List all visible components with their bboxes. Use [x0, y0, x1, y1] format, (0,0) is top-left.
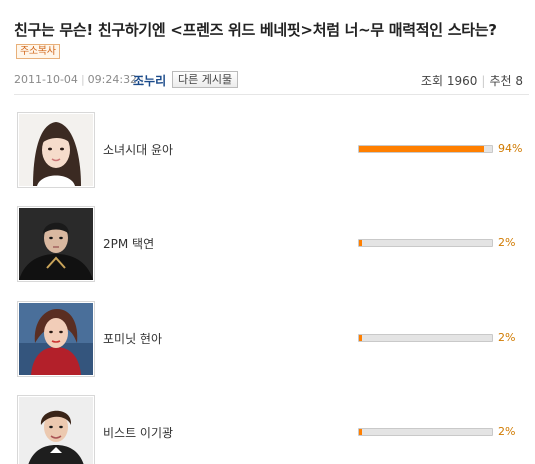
meta-divider	[14, 94, 529, 95]
poll-item-photo[interactable]	[17, 395, 95, 464]
other-posts-button[interactable]: 다른 게시물	[172, 71, 239, 88]
poll-item-photo[interactable]	[17, 301, 95, 377]
author-name[interactable]: 조누리	[133, 72, 166, 89]
post-meta: 2011-10-04 | 09:24:32 | 조누리 다른 게시물 조회 1960 |…	[14, 69, 529, 91]
poll-item-name: 2PM 택연	[103, 237, 155, 251]
poll-progress-fill	[359, 335, 362, 341]
stats-separator: |	[481, 74, 486, 88]
portrait-photo	[19, 208, 93, 280]
poll-item-percent: 2%	[498, 331, 516, 344]
poll-progress-bar	[358, 239, 493, 247]
post-datetime: 2011-10-04 | 09:24:32 |	[14, 73, 147, 86]
post-title: 친구는 무슨! 친구하기엔 <프렌즈 위드 베네핏>처럼 너~무 매력적인 스타…	[14, 20, 529, 62]
poll-progress-fill	[359, 146, 485, 152]
recommend-count: 8	[515, 74, 523, 88]
post-time: 09:24:32	[87, 73, 138, 86]
views-label: 조회	[420, 74, 444, 88]
poll-item-percent: 94%	[498, 142, 523, 155]
poll-item: 2PM 택연 2%	[17, 206, 529, 282]
poll-progress-bar	[358, 334, 493, 342]
portrait-photo	[19, 114, 93, 186]
recommend-label: 추천	[489, 74, 512, 88]
poll-post: 친구는 무슨! 친구하기엔 <프렌즈 위드 베네핏>처럼 너~무 매력적인 스타…	[0, 0, 535, 464]
copy-address-button[interactable]: 주소복사	[16, 44, 60, 59]
poll-item: 소녀시대 윤아 94%	[17, 112, 529, 188]
poll-item-name: 소녀시대 윤아	[103, 143, 174, 157]
poll-item-name: 비스트 이기광	[103, 426, 174, 440]
post-stats: 조회 1960 | 추천 8	[421, 72, 523, 89]
poll-progress-bar	[358, 428, 493, 436]
poll-item-photo[interactable]	[17, 112, 95, 188]
views-count: 1960	[446, 74, 478, 88]
post-date: 2011-10-04	[14, 73, 78, 86]
poll-progress-bar	[358, 145, 493, 153]
poll-item-name: 포미닛 현아	[103, 332, 163, 346]
poll-item: 포미닛 현아 2%	[17, 301, 529, 377]
poll-item-photo[interactable]	[17, 206, 95, 282]
poll-item-percent: 2%	[498, 236, 516, 249]
portrait-photo	[19, 397, 93, 464]
portrait-photo	[19, 303, 93, 375]
poll-progress-fill	[359, 240, 362, 246]
post-title-text: 친구는 무슨! 친구하기엔 <프렌즈 위드 베네핏>처럼 너~무 매력적인 스타…	[14, 21, 497, 39]
poll-item: 비스트 이기광 2%	[17, 395, 529, 464]
poll-item-percent: 2%	[498, 425, 516, 438]
meta-separator: |	[80, 73, 85, 86]
poll-progress-fill	[359, 429, 362, 435]
